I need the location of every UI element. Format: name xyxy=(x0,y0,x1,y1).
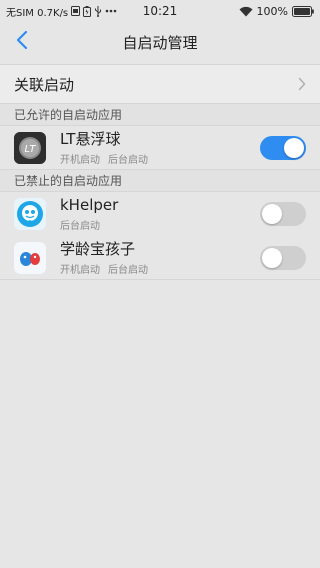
app-row-khelper[interactable]: kHelper 后台启动 xyxy=(0,192,320,236)
toggle-knob xyxy=(262,204,282,224)
khelper-app-icon xyxy=(14,198,46,230)
app-row-xuelingbao[interactable]: 学龄宝孩子 开机启动 后台启动 xyxy=(0,236,320,280)
xuelingbao-app-text: 学龄宝孩子 开机启动 后台启动 xyxy=(60,240,148,276)
app-name: LT悬浮球 xyxy=(60,129,121,148)
xuelingbao-autostart-toggle[interactable] xyxy=(260,245,306,270)
khelper-app-text: kHelper 后台启动 xyxy=(60,196,118,232)
chevron-left-icon xyxy=(16,30,28,54)
toggle-knob xyxy=(284,137,304,158)
associated-start-row[interactable]: 关联启动 xyxy=(0,64,320,104)
back-button[interactable] xyxy=(10,30,34,54)
svg-text:LT: LT xyxy=(24,144,36,155)
allowed-section-label: 已允许的自启动应用 xyxy=(14,108,123,122)
xuelingbao-app-icon xyxy=(14,241,46,274)
app-subtitle: 开机启动 后台启动 xyxy=(60,151,148,166)
toggle-knob xyxy=(262,247,282,268)
blocked-section-header: 已禁止的自启动应用 xyxy=(0,170,320,192)
lt-app-text: LT悬浮球 开机启动 后台启动 xyxy=(60,130,148,166)
allowed-section-header: 已允许的自启动应用 xyxy=(0,104,320,126)
app-name: 学龄宝孩子 xyxy=(60,239,136,258)
lt-autostart-toggle[interactable] xyxy=(260,135,306,160)
app-sub-item: 开机启动 xyxy=(60,264,100,276)
app-name: kHelper xyxy=(60,196,119,214)
app-sub-item: 开机启动 xyxy=(60,154,100,166)
app-subtitle: 开机启动 后台启动 xyxy=(60,261,148,276)
khelper-autostart-toggle[interactable] xyxy=(260,202,306,226)
status-time: 10:21 xyxy=(142,4,178,18)
app-row-lt[interactable]: LT LT悬浮球 开机启动 后台启动 xyxy=(0,126,320,170)
status-bar: 无SIM 0.7K/s 10:21 100% xyxy=(0,0,320,22)
associated-start-label: 关联启动 xyxy=(14,75,75,94)
blocked-section-label: 已禁止的自启动应用 xyxy=(14,174,123,188)
app-subtitle: 后台启动 xyxy=(60,217,118,232)
app-sub-item: 后台启动 xyxy=(108,264,148,276)
title-bar: 自启动管理 xyxy=(0,22,320,62)
page-title: 自启动管理 xyxy=(122,33,198,52)
chevron-right-icon xyxy=(298,77,306,91)
lt-app-icon: LT xyxy=(14,131,46,164)
app-sub-item: 后台启动 xyxy=(108,154,148,166)
app-sub-item: 后台启动 xyxy=(60,221,100,232)
